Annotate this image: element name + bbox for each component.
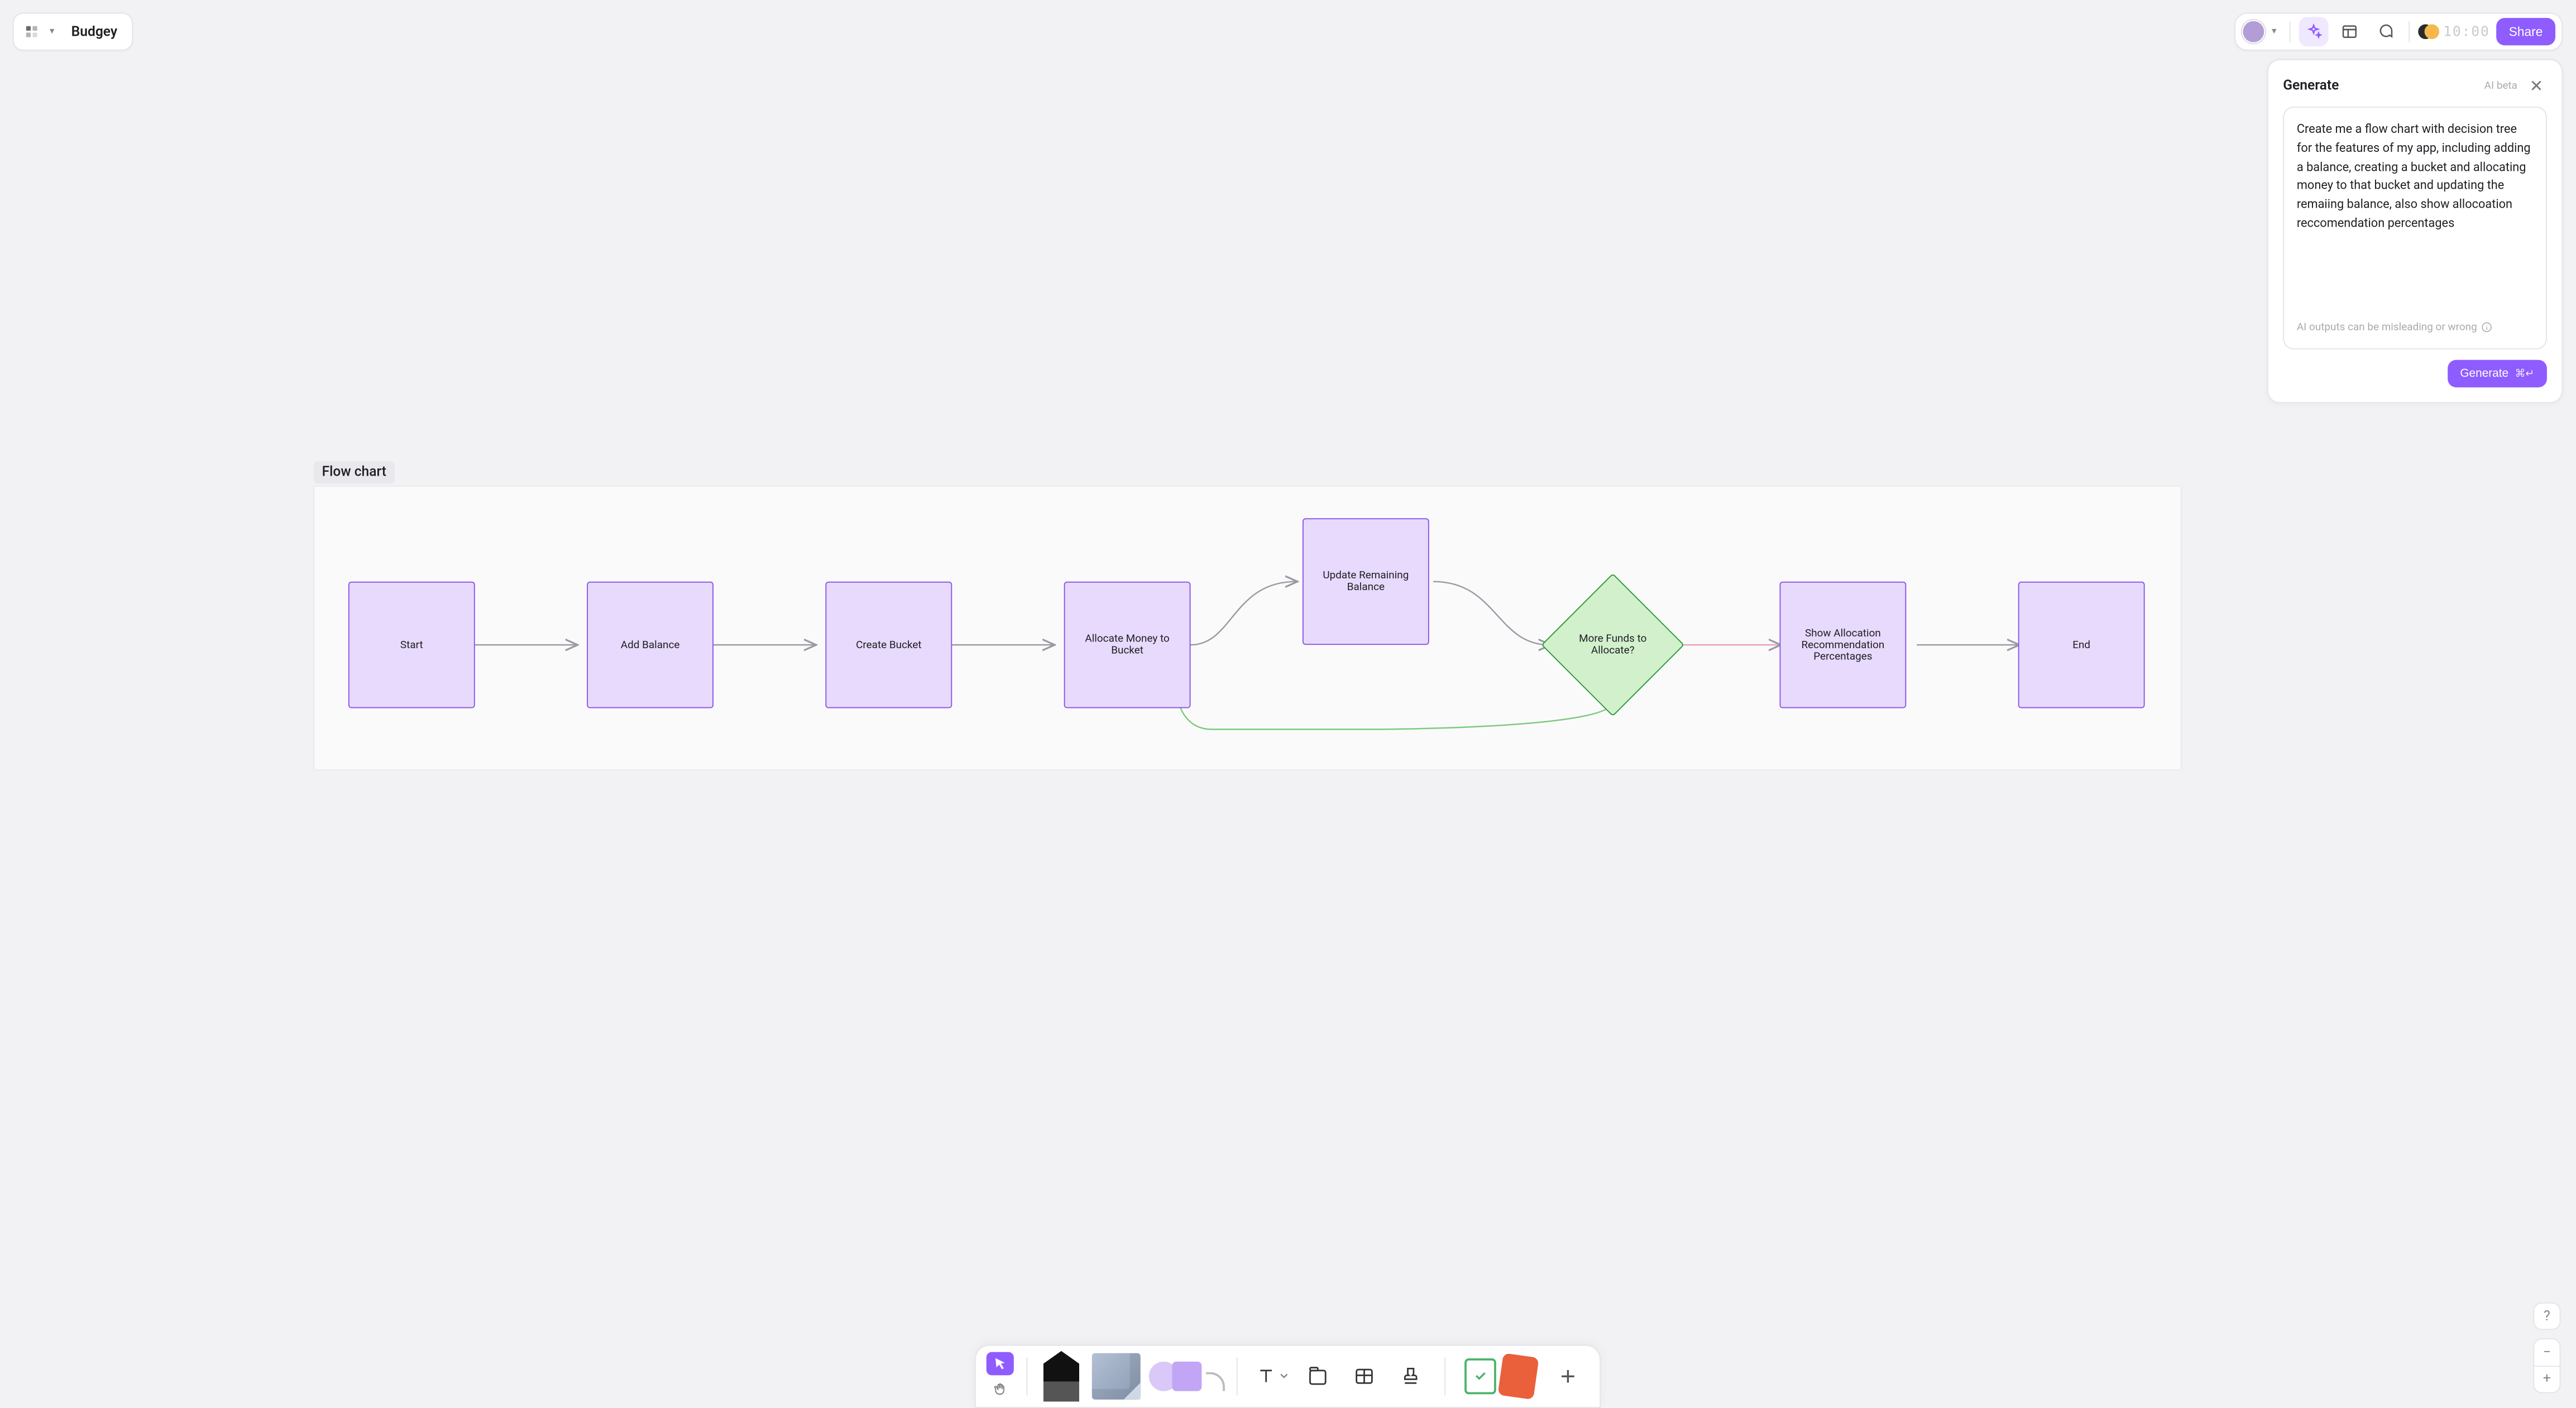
stickers-tool[interactable] [1458,1353,1543,1400]
layout-button[interactable] [2335,17,2364,46]
flowchart-frame[interactable]: Start Add Balance Create Bucket Allocate… [313,486,2181,770]
shape-tool[interactable] [1150,1353,1224,1400]
node-allocate[interactable]: Allocate Money to Bucket [1064,582,1191,708]
node-show-alloc[interactable]: Show Allocation Recommendation Percentag… [1779,582,1906,708]
avatar[interactable] [2242,20,2266,44]
node-add-balance[interactable]: Add Balance [587,582,714,708]
zoom-control: − + [2533,1338,2560,1393]
comment-button[interactable] [2371,17,2400,46]
frame-label[interactable]: Flow chart [313,461,395,483]
generate-button[interactable]: Generate ⌘↵ [2448,360,2547,387]
ai-beta-badge: AI beta [2484,80,2517,92]
stamp-tool[interactable] [1390,1353,1432,1400]
presence-indicator[interactable] [2418,22,2437,41]
node-create-bucket[interactable]: Create Bucket [825,582,952,708]
bottom-toolbar [975,1345,1601,1408]
ai-disclaimer: AI outputs can be misleading or wrong [2297,319,2533,336]
node-update-balance[interactable]: Update Remaining Balance [1303,518,1429,645]
help-button[interactable]: ? [2533,1302,2560,1330]
file-chip[interactable]: ▾ Budgey [13,13,133,51]
ai-prompt-input[interactable]: Create me a flow chart with decision tre… [2283,107,2547,349]
timer-display[interactable]: 10:00 [2443,24,2489,40]
node-decision[interactable]: More Funds to Allocate? [1541,573,1684,717]
ai-panel-title: Generate [2283,78,2476,93]
sticky-tool[interactable] [1086,1353,1146,1400]
zoom-out-button[interactable]: − [2534,1339,2559,1366]
top-right-toolbar: ▾ 10:00 Share [2235,13,2563,51]
generate-kbd: ⌘↵ [2515,368,2534,380]
hand-tool[interactable] [987,1377,1014,1401]
zoom-in-button[interactable]: + [2534,1366,2559,1392]
table-tool[interactable] [1343,1353,1386,1400]
figjam-icon [24,24,39,39]
chevron-down-icon: ▾ [50,26,55,37]
select-tool[interactable] [987,1352,1014,1376]
file-name: Budgey [71,24,117,40]
section-tool[interactable] [1297,1353,1339,1400]
ai-prompt-text: Create me a flow chart with decision tre… [2297,121,2533,233]
share-button[interactable]: Share [2496,18,2555,45]
node-end[interactable]: End [2018,582,2145,708]
node-start[interactable]: Start [348,582,475,708]
chevron-down-icon[interactable]: ▾ [2272,26,2277,37]
ai-sparkle-button[interactable] [2299,17,2328,46]
more-tools[interactable] [1547,1353,1589,1400]
ai-generate-panel: Generate AI beta Create me a flow chart … [2267,59,2563,403]
marker-tool[interactable] [1040,1353,1083,1400]
close-icon[interactable] [2526,75,2547,96]
text-tool[interactable] [1250,1353,1292,1400]
